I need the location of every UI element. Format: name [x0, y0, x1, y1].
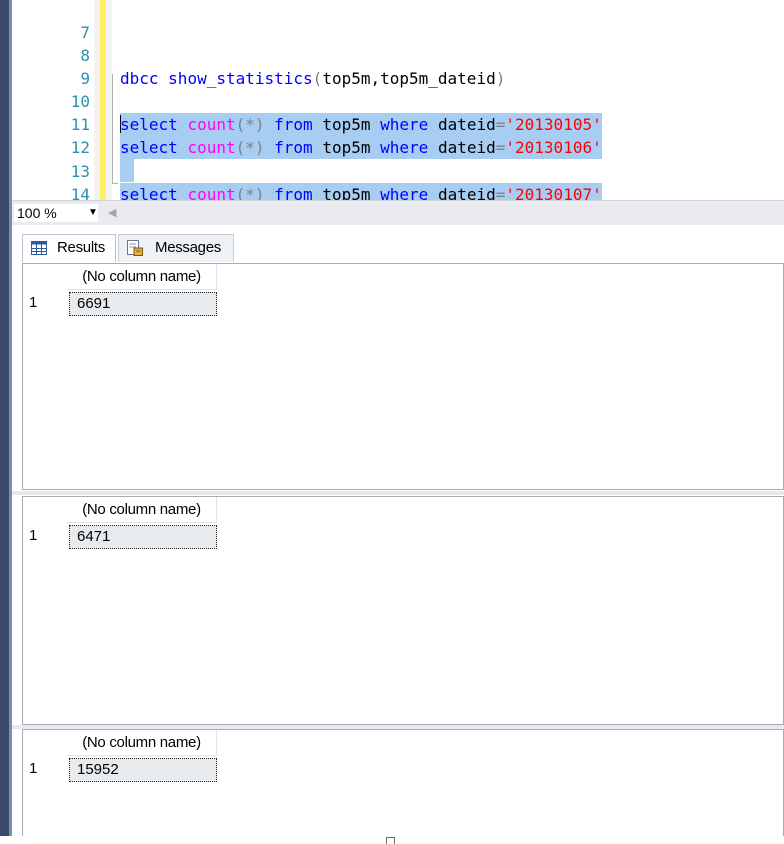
- grid-cell[interactable]: 6471: [69, 525, 217, 549]
- grid-cell[interactable]: 15952: [69, 758, 217, 782]
- grid-corner[interactable]: [23, 264, 67, 290]
- tab-messages[interactable]: Messages: [118, 234, 234, 262]
- query-editor[interactable]: 7 8 dbcc show_statistics(top5m,top5m_dat…: [12, 0, 784, 200]
- code-line-13[interactable]: 13 select count(*) from top5m where date…: [12, 137, 784, 200]
- code-line-12[interactable]: 12: [12, 113, 784, 182]
- zoom-dropdown[interactable]: 100 % ▼: [14, 204, 98, 222]
- code-line-11[interactable]: 11 select count(*) from top5m where date…: [12, 90, 784, 159]
- messages-icon: [127, 240, 143, 256]
- column-header[interactable]: (No column name): [67, 730, 217, 756]
- row-header[interactable]: 1: [23, 757, 67, 781]
- result-grid-1[interactable]: (No column name) 1 6691: [22, 263, 784, 490]
- row-header[interactable]: 1: [23, 291, 67, 315]
- tab-results-label: Results: [57, 239, 105, 256]
- scroll-left-icon[interactable]: ◀: [108, 206, 116, 219]
- code-line-9[interactable]: 9: [12, 44, 784, 88]
- tab-messages-label: Messages: [155, 239, 221, 256]
- code-line-7[interactable]: 7: [12, 0, 784, 42]
- results-tabstrip: Results Messages: [12, 225, 784, 263]
- zoom-bar: 100 % ▼ ◀: [12, 200, 784, 225]
- zoom-value: 100 %: [17, 205, 57, 221]
- chevron-down-icon[interactable]: ▼: [88, 204, 98, 222]
- column-header[interactable]: (No column name): [67, 497, 217, 523]
- grid-corner[interactable]: [23, 497, 67, 523]
- code-line-15[interactable]: 15: [12, 183, 784, 200]
- result-grid-2[interactable]: (No column name) 1 6471: [22, 496, 784, 725]
- grid-cell[interactable]: 6691: [69, 292, 217, 316]
- pane-splitter[interactable]: [12, 491, 784, 495]
- result-grid-3[interactable]: (No column name) 1 15952: [22, 729, 784, 836]
- code-line-8[interactable]: 8 dbcc show_statistics(top5m,top5m_datei…: [12, 21, 784, 88]
- window-left-border: [0, 0, 12, 836]
- row-header[interactable]: 1: [23, 524, 67, 548]
- code-line-10[interactable]: 10 select count(*) from top5m where date…: [12, 67, 784, 136]
- resize-handle-icon[interactable]: [386, 837, 395, 844]
- code-line-14[interactable]: 14: [12, 160, 784, 200]
- grid-icon: [31, 241, 47, 255]
- tab-results[interactable]: Results: [22, 234, 116, 262]
- column-header[interactable]: (No column name): [67, 264, 217, 290]
- grid-corner[interactable]: [23, 730, 67, 756]
